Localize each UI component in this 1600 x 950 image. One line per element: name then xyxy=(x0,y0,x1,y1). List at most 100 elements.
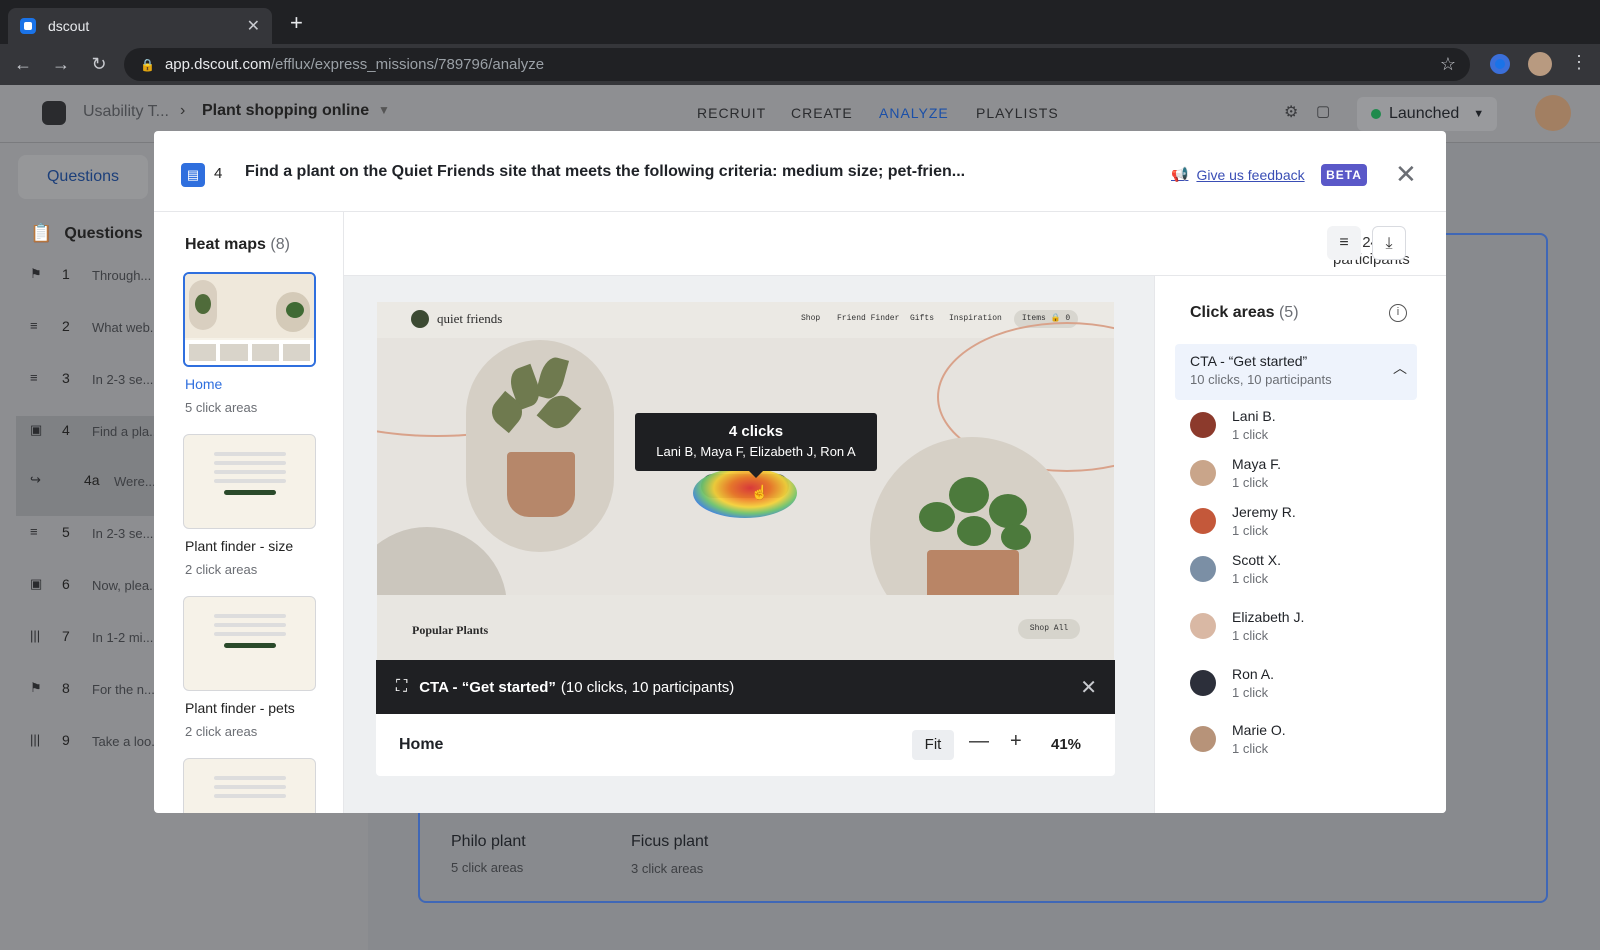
extension-icon[interactable] xyxy=(1490,54,1510,74)
url-host: app.dscout.com xyxy=(164,56,271,73)
nav-analyze[interactable]: ANALYZE xyxy=(879,105,949,121)
chevron-down-icon: ▼ xyxy=(1473,108,1485,120)
hand-cursor-icon: ☝ xyxy=(751,484,769,500)
close-modal-icon[interactable]: ✕ xyxy=(1395,159,1417,190)
browser-toolbar: ← → ↻ 🔒 app.dscout.com /efflux/express_m… xyxy=(0,44,1600,85)
participant-row[interactable]: Elizabeth J. 1 click xyxy=(1190,605,1420,653)
back-icon[interactable]: ← xyxy=(8,54,38,75)
zoom-out-icon[interactable]: — xyxy=(969,730,989,753)
viewer-controls: Home Fit — + 41% xyxy=(376,714,1115,776)
heatmaps-title: Heat maps (8) xyxy=(185,236,290,254)
reload-icon[interactable]: ↻ xyxy=(84,54,114,75)
participants-toolbar: 24 / 24 participants ≡ ⤓ xyxy=(344,212,1446,276)
participant-name: Maya F. xyxy=(1232,456,1282,472)
click-areas-title-label: Click areas xyxy=(1190,304,1275,321)
address-bar[interactable]: 🔒 app.dscout.com /efflux/express_mission… xyxy=(124,48,1470,81)
heatmap-hotspot[interactable] xyxy=(693,468,797,518)
participant-name: Lani B. xyxy=(1232,408,1276,424)
browser-menu-icon[interactable]: ⋮ xyxy=(1570,52,1588,73)
close-icon[interactable]: ✕ xyxy=(1080,675,1097,700)
heatmap-name[interactable]: Plant finder - size xyxy=(185,538,293,554)
page-screenshot: quiet friends Shop Friend Finder Gifts I… xyxy=(377,302,1114,662)
participant-row[interactable]: Ron A. 1 click xyxy=(1190,662,1420,710)
heatmap-name[interactable]: Home xyxy=(185,376,222,392)
breadcrumb-current[interactable]: Plant shopping online xyxy=(202,102,369,120)
heatmap-question-icon: ▣ xyxy=(30,422,43,437)
tab-questions[interactable]: Questions xyxy=(18,155,148,199)
site-nav-link: Inspiration xyxy=(949,314,1002,323)
click-area-name: CTA - “Get started” xyxy=(419,678,556,696)
nav-recruit[interactable]: RECRUIT xyxy=(697,105,766,121)
user-avatar[interactable] xyxy=(1535,95,1571,131)
zoom-level: 41% xyxy=(1051,736,1082,753)
heatmap-thumbnail-size[interactable] xyxy=(183,434,316,529)
participant-row[interactable]: Scott X. 1 click xyxy=(1190,548,1420,596)
participant-avatar xyxy=(1190,613,1216,639)
chevron-up-icon[interactable]: ︿ xyxy=(1393,358,1407,378)
question-number: 6 xyxy=(62,576,70,592)
tooltip-clicks: 4 clicks xyxy=(728,423,784,440)
text-lines-icon: ≡ xyxy=(30,370,38,385)
status-dropdown[interactable]: Launched ▼ xyxy=(1357,97,1497,131)
participant-row[interactable]: Lani B. 1 click xyxy=(1190,404,1420,452)
participant-clicks: 1 click xyxy=(1232,741,1269,756)
participant-name: Marie O. xyxy=(1232,722,1286,738)
card-sub: 3 click areas xyxy=(631,861,704,876)
feedback-link[interactable]: 📢 Give us feedback xyxy=(1171,166,1305,183)
chevron-down-icon[interactable]: ▼ xyxy=(378,103,390,117)
subquestion-arrow-icon: ↪ xyxy=(30,472,41,487)
question-number: 4 xyxy=(62,422,70,438)
bookmark-star-icon[interactable]: ☆ xyxy=(1440,54,1456,75)
question-number: 9 xyxy=(62,732,70,748)
heatmap-thumbnail-pets[interactable] xyxy=(183,596,316,691)
heatmap-canvas: quiet friends Shop Friend Finder Gifts I… xyxy=(344,276,1154,813)
dscout-logo-icon[interactable] xyxy=(42,101,66,125)
browser-tab[interactable]: dscout ✕ xyxy=(8,8,272,44)
info-icon[interactable]: i xyxy=(1389,304,1407,322)
question-number: 1 xyxy=(62,266,70,282)
participant-name: Scott X. xyxy=(1232,552,1282,568)
filter-icon[interactable]: ≡ xyxy=(1327,226,1361,260)
rubber-plant-icon xyxy=(482,354,592,457)
thumb-form xyxy=(214,447,286,507)
shop-all-button: Shop All xyxy=(1018,619,1080,639)
participant-row[interactable]: Jeremy R. 1 click xyxy=(1190,500,1420,548)
download-icon[interactable]: ⤓ xyxy=(1372,226,1406,260)
click-areas-panel: Click areas (5) i CTA - “Get started” 10… xyxy=(1154,276,1446,813)
click-areas-title: Click areas (5) xyxy=(1190,304,1299,322)
comment-icon[interactable]: ▢ xyxy=(1316,102,1330,120)
participant-name: Jeremy R. xyxy=(1232,504,1296,520)
nav-create[interactable]: CREATE xyxy=(791,105,853,121)
forward-icon[interactable]: → xyxy=(46,54,76,75)
heatmap-thumbnail[interactable] xyxy=(183,758,316,813)
fullscreen-icon[interactable]: ⛶ xyxy=(396,678,407,696)
heatmap-thumbnail-home[interactable] xyxy=(183,272,316,367)
plant-icon xyxy=(195,294,211,314)
heatmap-question-icon: ▣ xyxy=(30,576,43,591)
heatmap-name[interactable]: Plant finder - pets xyxy=(185,700,295,716)
pilea-plant-icon xyxy=(909,472,1039,562)
browser-profile-avatar[interactable] xyxy=(1528,52,1552,76)
participant-row[interactable]: Marie O. 1 click xyxy=(1190,718,1420,766)
question-number: 8 xyxy=(62,680,70,696)
gear-icon[interactable]: ⚙ xyxy=(1284,102,1298,122)
site-nav-link: Friend Finder xyxy=(837,314,900,323)
participant-row[interactable]: Maya F. 1 click xyxy=(1190,452,1420,500)
status-label: Launched xyxy=(1389,105,1460,122)
question-number: 3 xyxy=(62,370,70,386)
tab-title: dscout xyxy=(48,18,90,34)
fit-button[interactable]: Fit xyxy=(912,730,954,760)
clipboard-icon: 📋 xyxy=(30,223,53,243)
url-path: /efflux/express_missions/789796/analyze xyxy=(270,56,545,73)
modal-header: ▤ 4 Find a plant on the Quiet Friends si… xyxy=(154,131,1446,212)
breadcrumb-parent[interactable]: Usability T... xyxy=(83,103,169,121)
close-tab-icon[interactable]: ✕ xyxy=(247,16,260,36)
card-title[interactable]: Philo plant xyxy=(451,833,526,851)
card-title[interactable]: Ficus plant xyxy=(631,833,708,851)
click-area-item-selected[interactable]: CTA - “Get started” 10 clicks, 10 partic… xyxy=(1175,344,1417,400)
text-lines-icon: ≡ xyxy=(30,318,38,333)
zoom-in-icon[interactable]: + xyxy=(1010,730,1022,753)
new-tab-icon[interactable]: + xyxy=(290,10,303,36)
nav-playlists[interactable]: PLAYLISTS xyxy=(976,105,1059,121)
site-nav-link: Gifts xyxy=(910,314,935,323)
